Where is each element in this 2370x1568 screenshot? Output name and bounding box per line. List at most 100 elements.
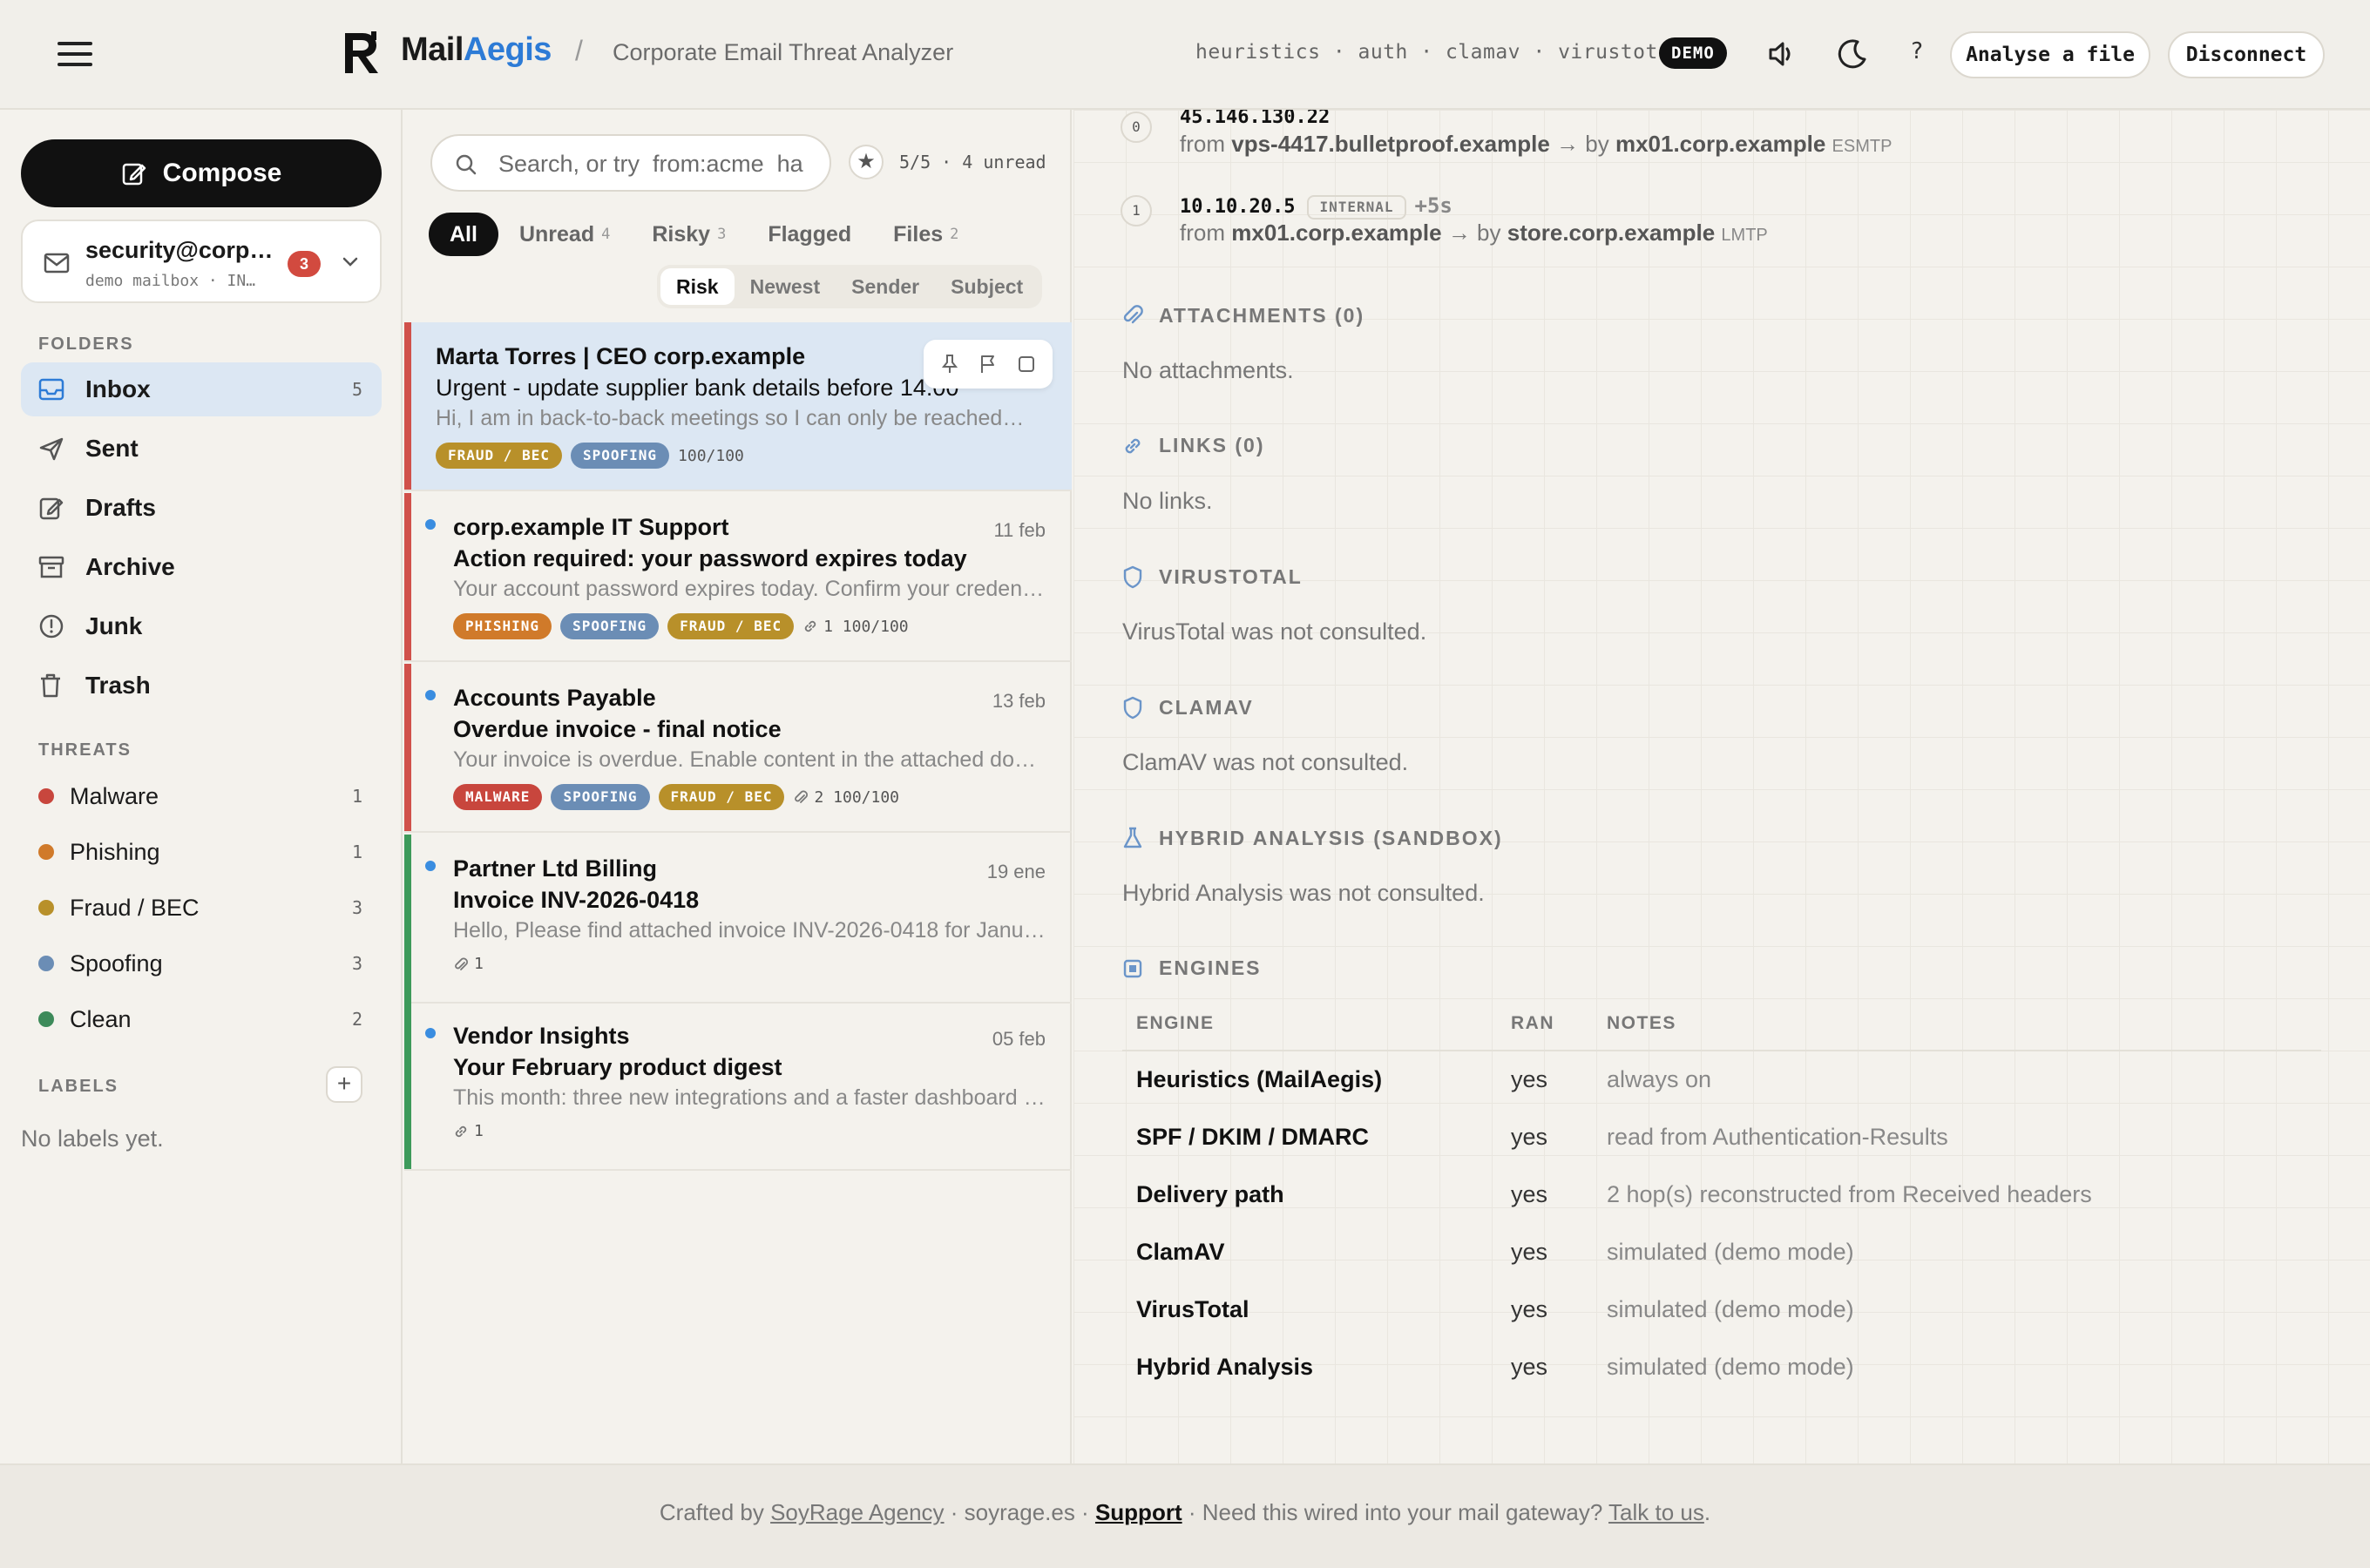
sort-newest[interactable]: Newest <box>735 268 836 305</box>
status-dot <box>38 788 54 804</box>
row-actions <box>924 340 1053 389</box>
flask-icon <box>1123 827 1142 848</box>
filter-tabs: All Unread 4 Risky 3 Flagged Files 2 <box>429 213 979 256</box>
paperclip-icon <box>1123 305 1143 324</box>
message-row[interactable]: Accounts Payable 13 feb Overdue invoice … <box>404 664 1072 833</box>
compose-button[interactable]: Compose <box>21 139 382 207</box>
breadcrumb-separator: / <box>575 35 583 66</box>
app-header: MailAegis / Corporate Email Threat Analy… <box>0 0 2370 110</box>
help-button[interactable]: ? <box>1910 38 1924 64</box>
link-icon <box>455 1125 467 1137</box>
threat-malware[interactable]: Malware 1 <box>21 772 382 821</box>
table-row: Hybrid Analysis yes simulated (demo mode) <box>1136 1353 1854 1380</box>
message-preview: This month: three new integrations and a… <box>453 1085 1046 1110</box>
message-date: 19 ene <box>986 861 1046 882</box>
message-row[interactable]: Marta Torres | CEO corp.example Urgent -… <box>404 322 1072 491</box>
folder-drafts[interactable]: Drafts <box>21 481 382 535</box>
threat-spoofing[interactable]: Spoofing 3 <box>21 939 382 988</box>
compose-icon <box>122 163 146 186</box>
message-date: 11 feb <box>993 519 1046 541</box>
message-preview: Your invoice is overdue. Enable content … <box>453 747 1046 772</box>
threat-fraud-bec[interactable]: Fraud / BEC 3 <box>21 883 382 932</box>
message-subject: Action required: your password expires t… <box>453 545 967 571</box>
tab-all[interactable]: All <box>429 213 498 256</box>
status-dot <box>38 900 54 916</box>
engines-section: ENGINES <box>1122 956 1262 980</box>
message-sender: Marta Torres | CEO corp.example <box>436 343 806 369</box>
folder-junk[interactable]: Junk <box>21 599 382 653</box>
links-section: LINKS (0) <box>1122 434 1265 457</box>
support-link[interactable]: Support <box>1095 1499 1182 1525</box>
sort-risk[interactable]: Risk <box>660 268 735 305</box>
tag-spoofing: SPOOFING <box>560 613 660 639</box>
search-input[interactable] <box>498 146 814 181</box>
sort-tabs: Risk Newest Sender Subject <box>657 265 1043 308</box>
threat-clean[interactable]: Clean 2 <box>21 995 382 1044</box>
tab-files[interactable]: Files 2 <box>872 213 979 256</box>
risk-bar <box>404 664 411 831</box>
unread-dot <box>425 861 436 871</box>
virustotal-text: VirusTotal was not consulted. <box>1122 618 1427 645</box>
agency-link[interactable]: SoyRage Agency <box>770 1499 944 1525</box>
mail-icon <box>44 253 70 274</box>
threat-phishing[interactable]: Phishing 1 <box>21 828 382 876</box>
moon-icon[interactable] <box>1835 37 1870 71</box>
sort-subject[interactable]: Subject <box>935 268 1039 305</box>
clamav-section: CLAMAV <box>1122 695 1254 720</box>
paperclip-icon <box>455 957 468 970</box>
analyse-file-button[interactable]: Analyse a file <box>1950 31 2150 78</box>
menu-icon[interactable] <box>58 42 92 68</box>
disconnect-button[interactable]: Disconnect <box>2168 31 2325 78</box>
speaker-icon[interactable] <box>1764 37 1798 71</box>
add-label-button[interactable]: + <box>326 1066 362 1103</box>
labels-heading: LABELS <box>38 1077 118 1096</box>
message-subject: Your February product digest <box>453 1054 782 1080</box>
folder-archive[interactable]: Archive <box>21 540 382 594</box>
message-meta: 1 100/100 <box>802 618 909 636</box>
sandbox-section: HYBRID ANALYSIS (SANDBOX) <box>1122 826 1503 850</box>
checkbox-icon[interactable] <box>1017 355 1036 374</box>
account-subtitle: demo mailbox · IN… <box>85 272 256 290</box>
message-sender: Vendor Insights <box>453 1023 630 1049</box>
tab-risky[interactable]: Risky 3 <box>631 213 747 256</box>
unread-dot <box>425 519 436 530</box>
compose-label: Compose <box>162 159 282 187</box>
flag-icon[interactable] <box>978 354 998 375</box>
hop-delay: +5s <box>1414 193 1452 218</box>
tag-spoofing: SPOOFING <box>570 443 670 469</box>
message-subject: Invoice INV-2026-0418 <box>453 887 700 913</box>
folder-sent[interactable]: Sent <box>21 422 382 476</box>
paperclip-icon <box>795 790 809 803</box>
star-filter-button[interactable]: ★ <box>849 145 884 179</box>
sandbox-text: Hybrid Analysis was not consulted. <box>1122 880 1485 906</box>
message-row[interactable]: Vendor Insights 05 feb Your February pro… <box>404 1002 1072 1171</box>
risk-bar <box>404 322 411 490</box>
hop-index: 0 <box>1121 112 1152 143</box>
risk-score: 100/100 <box>678 446 744 465</box>
edit-icon <box>39 497 64 520</box>
message-preview: Hi, I am in back-to-back meetings so I c… <box>436 406 1028 430</box>
pin-icon[interactable] <box>940 354 959 375</box>
account-switcher[interactable]: security@corp… demo mailbox · IN… 3 <box>21 220 382 303</box>
tab-flagged[interactable]: Flagged <box>747 213 872 256</box>
message-detail: 0 45.146.130.22 from vps-4417.bulletproo… <box>1073 110 2370 1463</box>
folder-trash[interactable]: Trash <box>21 659 382 713</box>
message-row[interactable]: corp.example IT Support 11 feb Action re… <box>404 493 1072 662</box>
tag-spoofing: SPOOFING <box>551 784 650 810</box>
sort-sender[interactable]: Sender <box>836 268 935 305</box>
clamav-text: ClamAV was not consulted. <box>1122 749 1409 775</box>
talk-to-us-link[interactable]: Talk to us <box>1608 1499 1704 1525</box>
shield-icon <box>1123 565 1142 589</box>
folder-inbox[interactable]: Inbox 5 <box>21 362 382 416</box>
engines-status: heuristics · auth · clamav · virustotal <box>1195 41 1683 64</box>
tab-unread[interactable]: Unread 4 <box>498 213 631 256</box>
page-subtitle: Corporate Email Threat Analyzer <box>613 39 954 65</box>
brand-name: MailAegis <box>401 31 552 68</box>
message-sender: Partner Ltd Billing <box>453 855 658 882</box>
attachments-section: ATTACHMENTS (0) <box>1122 303 1364 328</box>
message-date: 05 feb <box>992 1028 1046 1050</box>
message-row[interactable]: Partner Ltd Billing 19 ene Invoice INV-2… <box>404 835 1072 1004</box>
footer: Crafted by SoyRage Agency · soyrage.es ·… <box>0 1463 2370 1568</box>
message-tags: 1 <box>453 955 484 973</box>
message-preview: Hello, Please find attached invoice INV-… <box>453 918 1046 943</box>
